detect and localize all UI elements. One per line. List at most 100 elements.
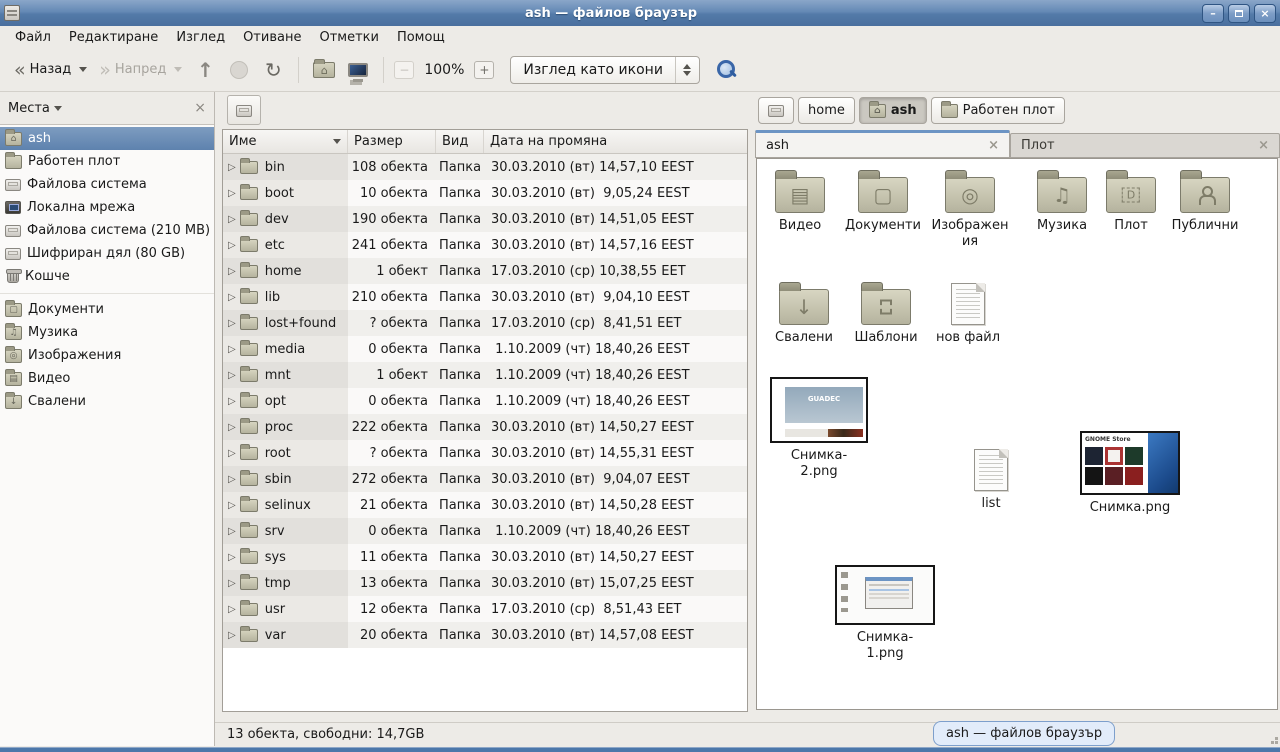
sidebar-item-desktop[interactable]: Работен плот <box>0 150 214 173</box>
menu-edit[interactable]: Редактиране <box>60 28 167 47</box>
sidebar-item-home[interactable]: ⌂ ash <box>0 127 214 150</box>
table-row[interactable]: ▷tmp13 обектаПапка30.03.2010 (вт) 15,07,… <box>223 570 747 596</box>
sidebar-close-icon[interactable]: × <box>194 100 206 116</box>
table-row[interactable]: ▷proc222 обектаПапка30.03.2010 (вт) 14,5… <box>223 414 747 440</box>
path-ash-button[interactable]: ⌂ ash <box>859 97 927 124</box>
expander-icon[interactable]: ▷ <box>228 526 236 537</box>
table-row[interactable]: ▷srv0 обектаПапка 1.10.2009 (чт) 18,40,2… <box>223 518 747 544</box>
view-mode-select[interactable]: Изглед като икони <box>510 56 700 84</box>
sidebar-item-video[interactable]: ▤ Видео <box>0 367 214 390</box>
stop-button[interactable] <box>225 56 253 84</box>
column-header-size[interactable]: Размер <box>348 130 436 153</box>
column-header-type[interactable]: Вид <box>436 130 484 153</box>
folder-public[interactable]: Публични <box>1167 169 1243 234</box>
folder-music[interactable]: ♫ Музика <box>1029 169 1095 234</box>
sidebar-item-encrypted[interactable]: Шифриран дял (80 GB) <box>0 242 214 265</box>
expander-icon[interactable]: ▷ <box>228 266 236 277</box>
column-header-date[interactable]: Дата на промяна <box>484 130 747 153</box>
folder-desktop[interactable]: D Плот <box>1103 169 1159 234</box>
expander-icon[interactable]: ▷ <box>228 630 236 641</box>
sidebar-item-pictures[interactable]: ◎ Изображения <box>0 344 214 367</box>
sidebar-item-downloads[interactable]: ↓ Свалени <box>0 390 214 413</box>
table-row[interactable]: ▷selinux21 обектаПапка30.03.2010 (вт) 14… <box>223 492 747 518</box>
expander-icon[interactable]: ▷ <box>228 188 236 199</box>
table-row[interactable]: ▷var20 обектаПапка30.03.2010 (вт) 14,57,… <box>223 622 747 648</box>
tab-close-icon[interactable]: × <box>988 138 999 153</box>
tab-close-icon[interactable]: × <box>1258 138 1269 153</box>
table-row[interactable]: ▷home1 обектПапка17.03.2010 (ср) 10,38,5… <box>223 258 747 284</box>
folder-video[interactable]: ▤ Видео <box>764 169 836 234</box>
back-button[interactable]: « Назад <box>8 58 93 82</box>
search-icon[interactable] <box>716 59 738 81</box>
folder-pictures[interactable]: ◎ Изображения <box>931 169 1009 251</box>
menu-go[interactable]: Отиване <box>234 28 310 47</box>
table-row[interactable]: ▷sbin272 обектаПапка30.03.2010 (вт) 9,04… <box>223 466 747 492</box>
menu-view[interactable]: Изглед <box>167 28 234 47</box>
table-row[interactable]: ▷lib210 обектаПапка30.03.2010 (вт) 9,04,… <box>223 284 747 310</box>
computer-button[interactable] <box>344 56 372 84</box>
minimize-button[interactable]: – <box>1202 4 1224 23</box>
back-dropdown-icon[interactable] <box>79 67 87 72</box>
resize-grip[interactable] <box>1275 741 1278 744</box>
sidebar-title-select[interactable]: Места <box>8 101 62 116</box>
expander-icon[interactable]: ▷ <box>228 604 236 615</box>
path-drive-button[interactable] <box>758 97 794 124</box>
expander-icon[interactable]: ▷ <box>228 214 236 225</box>
table-row[interactable]: ▷root? обектаПапка30.03.2010 (вт) 14,55,… <box>223 440 747 466</box>
table-row[interactable]: ▷etc241 обектаПапка30.03.2010 (вт) 14,57… <box>223 232 747 258</box>
expander-icon[interactable]: ▷ <box>228 474 236 485</box>
table-row[interactable]: ▷media0 обектаПапка 1.10.2009 (чт) 18,40… <box>223 336 747 362</box>
expander-icon[interactable]: ▷ <box>228 292 236 303</box>
table-row[interactable]: ▷boot10 обектаПапка30.03.2010 (вт) 9,05,… <box>223 180 747 206</box>
expander-icon[interactable]: ▷ <box>228 552 236 563</box>
expander-icon[interactable]: ▷ <box>228 422 236 433</box>
zoom-out-button[interactable]: − <box>394 61 414 79</box>
folder-downloads[interactable]: ↓ Свалени <box>771 281 837 346</box>
menu-file[interactable]: Файл <box>6 28 60 47</box>
home-button[interactable]: ⌂ <box>310 56 338 84</box>
forward-button[interactable]: » Напред <box>93 58 188 82</box>
expander-icon[interactable]: ▷ <box>228 162 236 173</box>
sidebar-item-filesystem-210mb[interactable]: Файлова система (210 MB) <box>0 219 214 242</box>
root-drive-button[interactable] <box>227 95 261 125</box>
expander-icon[interactable]: ▷ <box>228 370 236 381</box>
table-row[interactable]: ▷mnt1 обектПапка 1.10.2009 (чт) 18,40,26… <box>223 362 747 388</box>
table-row[interactable]: ▷opt0 обектаПапка 1.10.2009 (чт) 18,40,2… <box>223 388 747 414</box>
expander-icon[interactable]: ▷ <box>228 396 236 407</box>
folder-templates[interactable]: Шаблони <box>853 281 919 346</box>
sidebar-item-music[interactable]: ♫ Музика <box>0 321 214 344</box>
path-desktop-button[interactable]: Работен плот <box>931 97 1065 124</box>
tab-ash[interactable]: ash × <box>755 130 1010 157</box>
table-row[interactable]: ▷bin108 обектаПапка30.03.2010 (вт) 14,57… <box>223 154 747 180</box>
sidebar-item-documents[interactable]: ▢ Документи <box>0 298 214 321</box>
folder-documents[interactable]: ▢ Документи <box>841 169 925 234</box>
sidebar-item-trash[interactable]: Кошче <box>0 265 214 288</box>
close-button[interactable]: × <box>1254 4 1276 23</box>
maximize-button[interactable] <box>1228 4 1250 23</box>
zoom-in-button[interactable]: + <box>474 61 494 79</box>
table-row[interactable]: ▷dev190 обектаПапка30.03.2010 (вт) 14,51… <box>223 206 747 232</box>
file-shot[interactable]: GNOME Store Снимка.png <box>1077 431 1183 516</box>
expander-icon[interactable]: ▷ <box>228 500 236 511</box>
expander-icon[interactable]: ▷ <box>228 344 236 355</box>
expander-icon[interactable]: ▷ <box>228 318 236 329</box>
column-header-name[interactable]: Име <box>223 130 348 153</box>
file-list[interactable]: list <box>959 445 1023 512</box>
menu-help[interactable]: Помощ <box>388 28 454 47</box>
expander-icon[interactable]: ▷ <box>228 578 236 589</box>
path-home-button[interactable]: home <box>798 97 855 124</box>
file-newfile[interactable]: нов файл <box>935 279 1001 346</box>
sidebar-item-network[interactable]: Локална мрежа <box>0 196 214 219</box>
table-row[interactable]: ▷sys11 обектаПапка30.03.2010 (вт) 14,50,… <box>223 544 747 570</box>
expander-icon[interactable]: ▷ <box>228 240 236 251</box>
table-row[interactable]: ▷usr12 обектаПапка17.03.2010 (ср) 8,51,4… <box>223 596 747 622</box>
tab-desktop[interactable]: Плот × <box>1010 133 1280 157</box>
view-mode-spinner[interactable] <box>675 57 699 83</box>
table-row[interactable]: ▷lost+found? обектаПапка17.03.2010 (ср) … <box>223 310 747 336</box>
expander-icon[interactable]: ▷ <box>228 448 236 459</box>
menu-bookmarks[interactable]: Отметки <box>310 28 387 47</box>
sidebar-item-filesystem[interactable]: Файлова система <box>0 173 214 196</box>
file-shot1[interactable]: Снимка-1.png <box>832 565 938 663</box>
reload-button[interactable]: ↻ <box>259 56 287 84</box>
forward-dropdown-icon[interactable] <box>174 67 182 72</box>
